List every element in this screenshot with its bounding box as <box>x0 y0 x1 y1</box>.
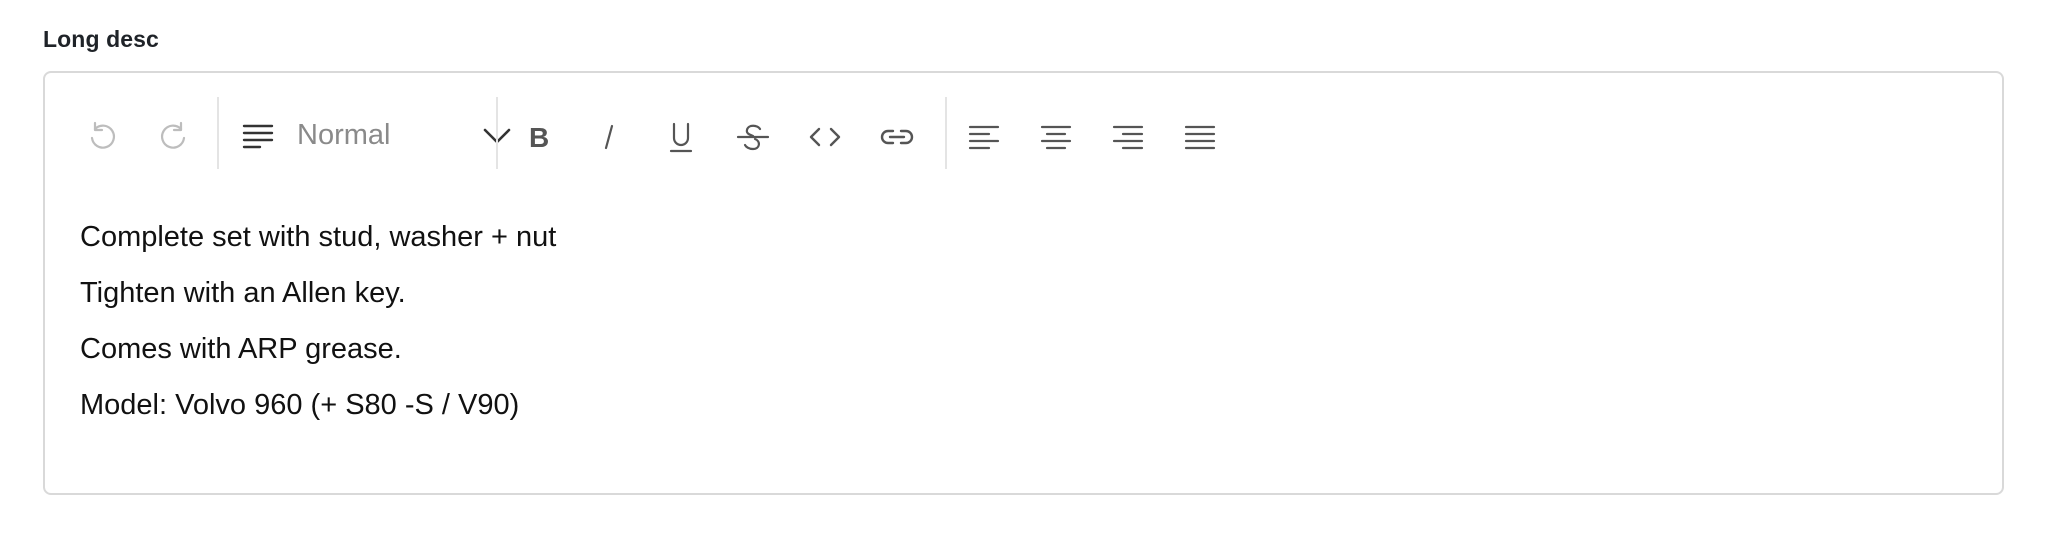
block-format-select[interactable]: Normal <box>241 109 521 165</box>
strikethrough-button[interactable] <box>731 115 775 159</box>
toolbar-divider <box>217 97 219 169</box>
undo-icon <box>90 121 115 149</box>
underline-icon <box>669 122 693 153</box>
align-left-icon <box>968 125 1000 150</box>
strikethrough-icon <box>736 124 770 151</box>
italic-icon <box>604 124 614 150</box>
undo-button[interactable] <box>80 115 124 159</box>
code-icon <box>809 127 841 147</box>
italic-button[interactable] <box>587 115 631 159</box>
align-right-icon <box>1112 125 1144 150</box>
underline-button[interactable] <box>659 115 703 159</box>
paragraph-lines-icon <box>242 124 274 149</box>
block-format-value: Normal <box>297 119 391 151</box>
code-button[interactable] <box>803 115 847 159</box>
editor-toolbar: Normal B <box>45 73 2002 199</box>
align-center-icon <box>1040 125 1072 150</box>
editor-content[interactable]: Complete set with stud, washer + nut Tig… <box>80 209 1972 433</box>
svg-text:B: B <box>529 122 549 153</box>
toolbar-divider <box>945 97 947 169</box>
align-justify-button[interactable] <box>1178 115 1222 159</box>
redo-icon <box>161 121 186 149</box>
align-justify-icon <box>1184 125 1216 150</box>
link-icon <box>880 129 914 145</box>
content-paragraph: Comes with ARP grease. <box>80 333 402 365</box>
align-center-button[interactable] <box>1034 115 1078 159</box>
bold-icon: B <box>529 122 549 153</box>
bold-button[interactable]: B <box>515 115 559 159</box>
toolbar-divider <box>496 97 498 169</box>
long-desc-label: Long desc <box>43 26 159 52</box>
content-paragraph: Complete set with stud, washer + nut <box>80 221 557 253</box>
align-right-button[interactable] <box>1106 115 1150 159</box>
redo-button[interactable] <box>152 115 196 159</box>
link-button[interactable] <box>875 115 919 159</box>
rich-text-editor[interactable]: Normal B Complete set with stud, washer … <box>43 71 2004 495</box>
content-paragraph: Model: Volvo 960 (+ S80 -S / V90) <box>80 389 520 421</box>
align-left-button[interactable] <box>962 115 1006 159</box>
content-paragraph: Tighten with an Allen key. <box>80 277 406 309</box>
